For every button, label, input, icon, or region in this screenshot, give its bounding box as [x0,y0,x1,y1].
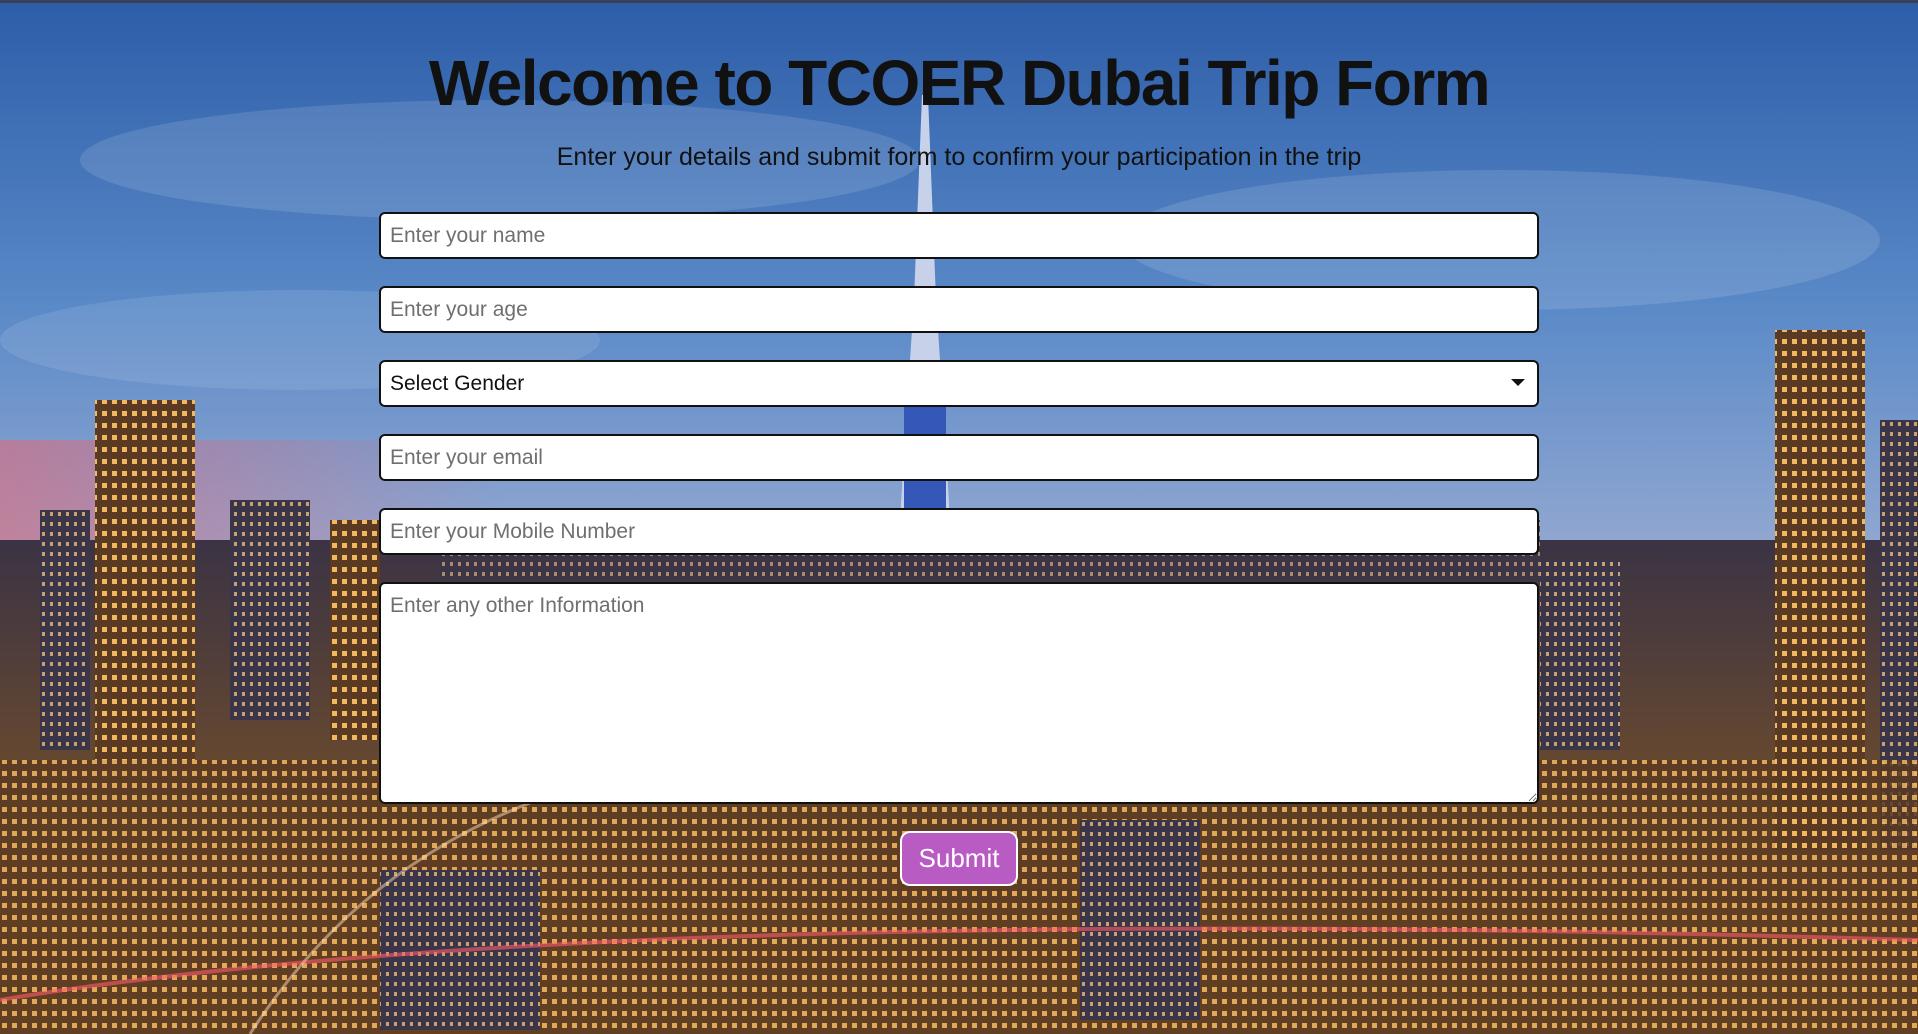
mobile-number-input[interactable] [379,508,1539,555]
page-subtitle: Enter your details and submit form to co… [556,143,1362,171]
gender-select[interactable]: Select Gender [379,360,1539,407]
page-title: Welcome to TCOER Dubai Trip Form [428,47,1491,119]
gender-select-wrapper: Select Gender [379,360,1539,407]
submit-row: Submit [379,831,1539,886]
age-input[interactable] [379,286,1539,333]
page: Welcome to TCOER Dubai Trip Form Enter y… [0,0,1918,1034]
submit-button[interactable]: Submit [900,831,1018,886]
email-input[interactable] [379,434,1539,481]
name-input[interactable] [379,212,1539,259]
top-border [0,0,1918,3]
trip-form: Select Gender Submit [379,212,1539,886]
form-container: Welcome to TCOER Dubai Trip Form Enter y… [0,0,1918,886]
other-information-textarea[interactable] [379,582,1539,804]
